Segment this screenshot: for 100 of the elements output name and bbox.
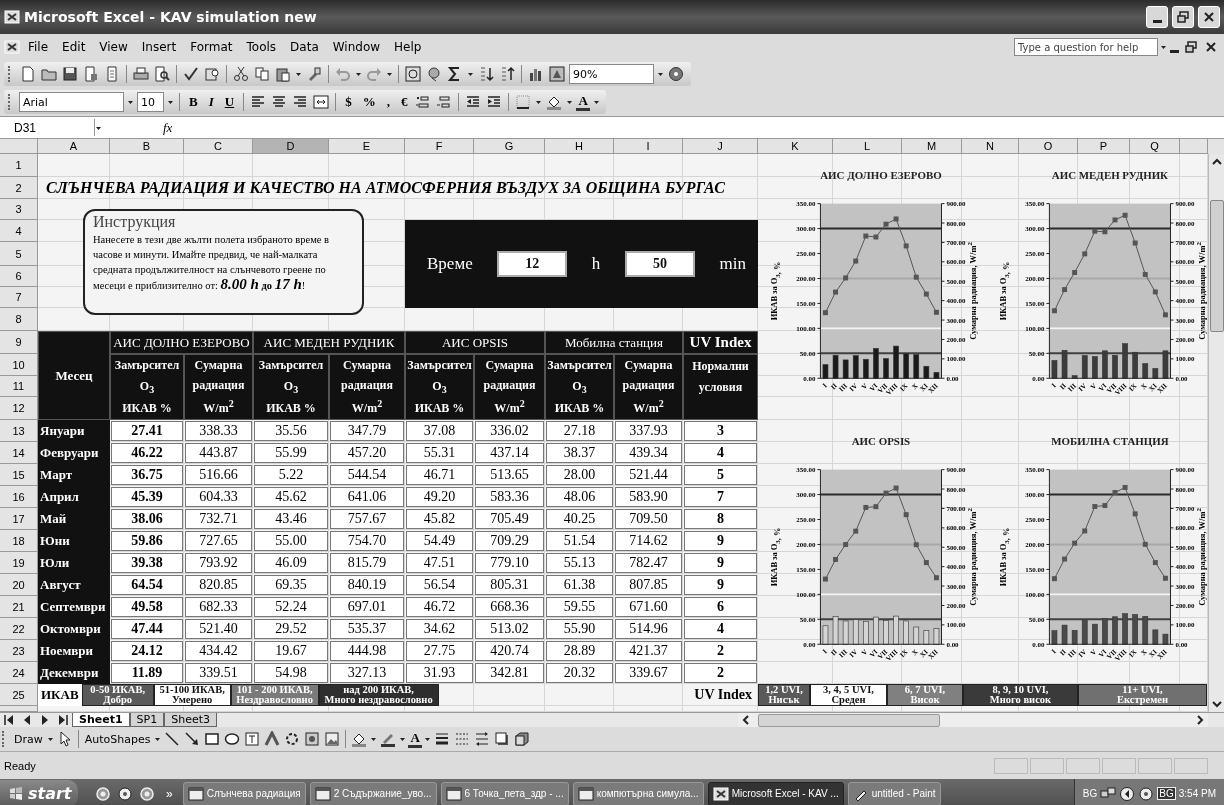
format-button[interactable]: B [185,92,202,112]
window-title: Microsoft Excel - KAV simulation new [24,9,318,25]
table-cell: 24.12 [111,641,183,661]
sheet-tab[interactable]: Sheet1 [72,713,130,727]
menu-item[interactable]: Tools [240,38,283,56]
month-cell: Декември [38,662,110,684]
row-number[interactable]: 25 [0,684,38,706]
zoom-field[interactable]: 90% [569,64,654,84]
row-number[interactable]: 5 [0,242,38,266]
point [1162,312,1168,318]
font-size-field[interactable]: 10 [137,92,164,112]
row-number[interactable]: 7 [0,287,38,308]
status-text: Ready [4,759,36,772]
hours-field[interactable]: 12 [497,251,568,277]
row-number[interactable]: 22 [0,618,38,640]
row-number[interactable]: 20 [0,574,38,596]
row-number[interactable]: 2 [0,177,38,199]
menu-item[interactable]: Insert [135,38,183,56]
language-indicator[interactable]: BG [1157,787,1176,800]
row-number[interactable]: 19 [0,552,38,574]
menu-item[interactable]: File [22,38,55,56]
font-color-button[interactable]: A [408,730,422,748]
table-cell: 47.51 [406,553,473,573]
taskbar-button[interactable]: 6 Точка_пета_здр - ... [440,781,569,805]
table-cell: 9 [684,531,757,551]
row-number[interactable]: 1 [0,154,38,177]
table-cell: 56.54 [406,575,473,595]
more-button[interactable]: » [160,786,179,801]
insert-function-button[interactable]: fx [155,119,173,136]
taskbar-button[interactable]: untitled - Paint [847,781,941,805]
row-number[interactable]: 11 [0,376,38,397]
chart-title: АИС МЕДЕН РУДНИК [1051,168,1169,181]
table-cell: 52.24 [254,597,328,617]
row-number[interactable]: 10 [0,354,38,376]
draw-menu-button[interactable]: Draw [12,732,45,746]
format-button[interactable]: I [204,92,218,112]
menu-item[interactable]: Data [284,38,325,56]
point [1122,212,1128,218]
row-number[interactable]: 3 [0,199,38,220]
number-format-button[interactable]: % [358,92,380,112]
row-number[interactable]: 6 [0,266,38,287]
table-cell: 327.13 [330,663,404,683]
table-cell: 4 [684,443,757,463]
table-cell: 705.49 [475,509,544,529]
column-header: радиация [192,378,245,393]
name-box[interactable]: D31 [0,119,95,136]
row-number[interactable]: 9 [0,331,38,354]
taskbar-button[interactable]: компютърна симула... [572,781,704,805]
table-cell: 39.38 [111,553,183,573]
sheet-tab[interactable]: SP1 [129,713,165,727]
menu-item[interactable]: Window [326,38,387,56]
point [843,542,849,548]
legend-label: ИКАВ [38,684,82,706]
number-format-button[interactable]: , [382,92,394,112]
autoshapes-menu-button[interactable]: AutoShapes [82,732,153,746]
row-number[interactable]: 8 [0,308,38,331]
instruction-heading: Инструкция [93,213,177,231]
row-number[interactable]: 23 [0,640,38,662]
table-cell: 49.20 [406,487,473,507]
row-number[interactable]: 13 [0,420,38,442]
number-format-button[interactable]: $ [341,92,356,112]
column-header: Замърсител [407,357,472,373]
row-number[interactable]: 4 [0,220,38,242]
language-indicator[interactable]: BG [1082,788,1098,799]
taskbar-button[interactable]: Слънчева радиация [182,781,306,805]
table-cell: 5 [684,465,757,485]
sheet-tab[interactable]: Sheet3 [164,713,218,727]
minutes-field[interactable]: 50 [624,251,695,277]
format-button[interactable]: U [220,92,239,112]
table-cell: 793.92 [185,553,252,573]
menu-item[interactable]: View [93,38,134,56]
taskbar-button[interactable]: 2 Съдържание_уво... [309,781,437,805]
table-cell: 521.44 [615,465,682,485]
row-number[interactable]: 18 [0,530,38,552]
table-cell: 28.00 [546,465,613,485]
row-number[interactable]: 14 [0,442,38,464]
menu-item[interactable]: Format [184,38,239,56]
table-cell: 513.65 [475,465,544,485]
row-number[interactable]: 16 [0,486,38,508]
minutes-unit: min [719,254,746,274]
start-button[interactable]: start [0,780,78,805]
row-number[interactable]: 12 [0,397,38,420]
font-field[interactable]: Arial [19,92,124,112]
point [933,575,939,581]
menu-item[interactable]: Edit [56,38,92,56]
row-number[interactable]: 15 [0,464,38,486]
column-header[interactable]: D [253,139,329,154]
row-number[interactable]: 21 [0,596,38,618]
help-search-field[interactable]: Type a question for help [1014,38,1158,56]
table-cell: 38.06 [111,509,183,529]
row-number[interactable]: 24 [0,662,38,684]
font-color-button[interactable]: A [576,93,590,111]
table-cell: 40.25 [546,509,613,529]
table-cell: 347.79 [330,421,404,441]
row-number[interactable]: 17 [0,508,38,530]
taskbar-button[interactable]: Microsoft Excel - KAV ... [707,781,844,805]
number-format-button[interactable]: € [396,92,412,112]
menu-item[interactable]: Help [388,38,428,56]
table-cell: 727.65 [185,531,252,551]
clock: 3:54 PM [1178,788,1216,799]
